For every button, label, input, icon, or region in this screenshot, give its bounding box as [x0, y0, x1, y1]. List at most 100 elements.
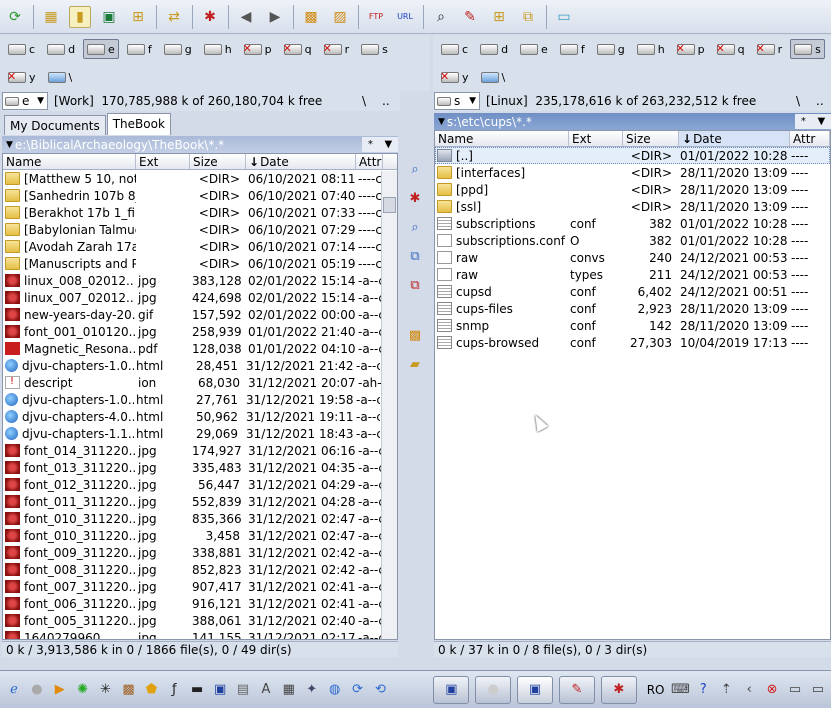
thumbnails-view-icon[interactable]: ▣ [98, 6, 120, 28]
volume-icon[interactable]: ▭ [808, 680, 828, 700]
save-task-button-2[interactable]: ▣ [517, 675, 553, 704]
commander-task-button[interactable]: ✱ [600, 675, 637, 704]
text-icon[interactable]: A [256, 680, 276, 700]
help-icon[interactable]: ? [693, 680, 713, 700]
file-row[interactable]: linux_007_02012.. jpg 424,698 02/01/2022 15… [3, 289, 397, 306]
column-ext[interactable]: Ext [569, 131, 623, 146]
column-attr[interactable]: Attr [790, 131, 830, 146]
left-filter-button[interactable]: * ▼ [362, 137, 398, 152]
save-task-button[interactable]: ▣ [433, 675, 470, 704]
left-drive-select[interactable]: e ▼ [2, 92, 48, 110]
sync-app-icon[interactable]: ⟳ [348, 680, 368, 700]
file-row[interactable]: [..] <DIR> 01/01/2022 10:28 ---- [435, 147, 830, 164]
left-drive-button-g[interactable]: g [160, 39, 196, 59]
chevron-down-icon[interactable]: ▼ [6, 140, 13, 150]
brief-view-icon[interactable]: ▦ [40, 6, 62, 28]
file-row[interactable]: raw types 211 24/12/2021 00:53 ---- [435, 266, 830, 283]
file-row[interactable]: [Sanhedrin 107b 8_files] <DIR> 06/10/2021 … [3, 187, 397, 204]
notepad-icon[interactable]: ▭ [553, 6, 575, 28]
file-row[interactable]: descript ion 68,030 31/12/2021 20:07-ah- [3, 374, 397, 391]
unpack-icon[interactable]: ▨ [329, 6, 351, 28]
right-drive-button-network[interactable]: \ [477, 67, 510, 87]
calculator-icon[interactable]: ▦ [279, 680, 299, 700]
font-icon[interactable]: ƒ [164, 680, 184, 700]
ftp-connect-icon[interactable]: FTP [365, 6, 387, 28]
file-row[interactable]: subscriptions.conf O 382 01/01/2022 10:28 --… [435, 232, 830, 249]
close-tray-icon[interactable]: ⊗ [762, 680, 782, 700]
left-drive-button-h[interactable]: h [200, 39, 236, 59]
url-connect-icon[interactable]: URL [394, 6, 416, 28]
right-filter-button[interactable]: * ▼ [795, 114, 831, 129]
left-drive-button-s[interactable]: s [357, 39, 392, 59]
keyboard-icon[interactable]: ⌨ [671, 680, 691, 700]
right-drive-button-d[interactable]: d [476, 39, 512, 59]
tab-thebook[interactable]: TheBook [106, 113, 171, 135]
media-player-icon[interactable]: ▶ [50, 680, 70, 700]
left-drive-button-p[interactable]: p [240, 39, 276, 59]
file-row[interactable]: [Babylonian Talmud Berak..] <DIR> 06/10/20… [3, 221, 397, 238]
right-drive-button-h[interactable]: h [633, 39, 669, 59]
file-row[interactable]: [interfaces] <DIR> 28/11/2020 13:09 ---- [435, 164, 830, 181]
file-row[interactable]: font_006_311220.. jpg 916,121 31/12/2021 02… [3, 595, 397, 612]
tree-view-icon[interactable]: ⊞ [127, 6, 149, 28]
left-drive-button-f[interactable]: f [123, 39, 156, 59]
file-row[interactable]: [ssl] <DIR> 28/11/2020 13:09 ---- [435, 198, 830, 215]
scrollbar-thumb[interactable] [383, 197, 396, 213]
file-row[interactable]: font_008_311220.. jpg 852,823 31/12/2021 02… [3, 561, 397, 578]
file-row[interactable]: djvu-chapters-1.0.. html 28,451 31/12/2021 … [3, 357, 397, 374]
right-drive-select[interactable]: s ▼ [434, 92, 480, 110]
file-row[interactable]: [Berakhot 17b 1_files] <DIR> 06/10/2021 07… [3, 204, 397, 221]
file-row[interactable]: font_011_311220.. jpg 552,839 31/12/2021 04… [3, 493, 397, 510]
copy-icon[interactable]: ⧉ [405, 246, 425, 266]
pack-files-icon[interactable]: ▩ [405, 325, 425, 345]
browser-icon[interactable]: ℯ [4, 680, 24, 700]
file-row[interactable]: cups-browsed conf 27,303 10/04/2019 17:13 --… [435, 334, 830, 351]
left-drive-button-network[interactable]: \ [44, 67, 77, 87]
disc-icon[interactable]: ● [27, 680, 47, 700]
disc-task-button[interactable]: ● [475, 675, 512, 704]
new-folder-icon[interactable]: ▰ [405, 354, 425, 374]
file-row[interactable]: djvu-chapters-1.0.. html 27,761 31/12/2021 … [3, 391, 397, 408]
column-ext[interactable]: Ext [136, 154, 190, 169]
search-icon[interactable]: ⌕ [430, 6, 452, 28]
view-icon[interactable]: ⌕ [405, 159, 425, 179]
edit-icon[interactable]: ✱ [405, 188, 425, 208]
column-size[interactable]: Size [623, 131, 679, 146]
move-icon[interactable]: ⧉ [405, 275, 425, 295]
package-icon[interactable]: ▩ [119, 680, 139, 700]
right-drive-button-e[interactable]: e [516, 39, 552, 59]
file-row[interactable]: font_010_311220.. jpg 3,458 31/12/2021 02:4… [3, 527, 397, 544]
column-date[interactable]: Date [679, 131, 790, 146]
multi-rename-icon[interactable]: ✎ [459, 6, 481, 28]
file-row[interactable]: [ppd] <DIR> 28/11/2020 13:09 ---- [435, 181, 830, 198]
right-root-button[interactable]: \ [796, 94, 800, 108]
language-indicator[interactable]: RO [647, 683, 665, 697]
left-drive-button-q[interactable]: q [280, 39, 316, 59]
compare-dirs-icon[interactable]: ⇄ [163, 6, 185, 28]
refresh-icon[interactable]: ⟳ [4, 6, 26, 28]
globe-icon[interactable]: ◍ [325, 680, 345, 700]
file-row[interactable]: snmp conf 142 28/11/2020 13:09 ---- [435, 317, 830, 334]
file-row[interactable]: font_001_010120.. jpg 258,939 01/01/2022 21… [3, 323, 397, 340]
file-row[interactable]: font_005_311220.. jpg 388,061 31/12/2021 02… [3, 612, 397, 629]
file-row[interactable]: font_009_311220.. jpg 338,881 31/12/2021 02… [3, 544, 397, 561]
file-row[interactable]: font_007_311220.. jpg 907,417 31/12/2021 02… [3, 578, 397, 595]
terminal-icon[interactable]: ▬ [187, 680, 207, 700]
file-row[interactable]: djvu-chapters-1.1.. html 29,069 31/12/2021 … [3, 425, 397, 442]
chevron-down-icon[interactable]: ▼ [438, 117, 445, 127]
file-row[interactable]: linux_008_02012.. jpg 383,128 02/01/2022 15… [3, 272, 397, 289]
file-row[interactable]: font_010_311220.. jpg 835,366 31/12/2021 02… [3, 510, 397, 527]
file-row[interactable]: font_014_311220.. jpg 174,927 31/12/2021 06… [3, 442, 397, 459]
shield-icon[interactable]: ⬟ [141, 680, 161, 700]
right-drive-button-g[interactable]: g [593, 39, 629, 59]
file-row[interactable]: raw convs 240 24/12/2021 00:53 ---- [435, 249, 830, 266]
right-drive-button-r[interactable]: r [753, 39, 787, 59]
left-drive-button-d[interactable]: d [43, 39, 79, 59]
back-icon[interactable]: ◀ [235, 6, 257, 28]
paint-task-button[interactable]: ✎ [558, 675, 595, 704]
tab-my-documents[interactable]: My Documents [4, 115, 106, 135]
refresh-app-icon[interactable]: ⟲ [371, 680, 391, 700]
right-up-button[interactable]: .. [816, 94, 824, 108]
column-attr[interactable]: Attr [356, 154, 383, 169]
file-row[interactable]: 1640279960 jpg 141,155 31/12/2021 02:17 -a--… [3, 629, 397, 639]
